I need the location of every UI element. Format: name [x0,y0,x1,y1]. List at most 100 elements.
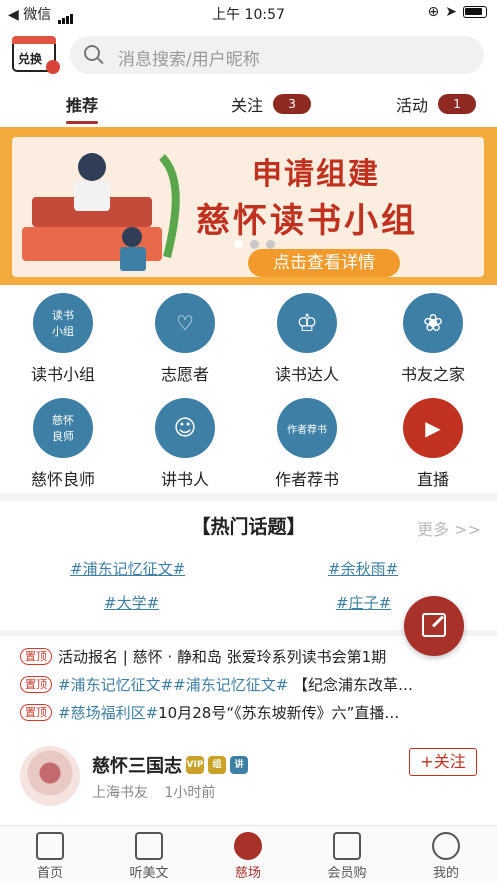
carousel-dot [266,240,275,249]
feed-post[interactable]: 慈怀三国志 VIP 组 讲 上海书友 1小时前 +关注 [0,736,497,826]
tabbar-member-shop[interactable]: 会员购 [307,830,387,881]
grid-item-live[interactable]: ▶ 直播 [378,398,488,490]
reading-group-icon: 读书 小组 [33,293,93,353]
teacher-icon: 慈怀 良师 [33,398,93,458]
exchange-label: 兑换 [18,52,43,66]
search-placeholder: 消息搜索/用户昵称 [118,50,260,70]
tabbar-label: 首页 [36,866,63,881]
live-camera-icon: ▶ [403,398,463,458]
count-badge: 1 [438,94,477,114]
carousel-dot [250,240,259,249]
status-time: 上午 10:57 [212,7,285,23]
search-icon [84,45,100,61]
feature-grid: 读书 小组 读书小组 ♡ 志愿者 ♔ 读书达人 ❀ 书友之家 慈怀 良师 慈怀良… [0,288,497,496]
grid-item-teacher[interactable]: 慈怀 良师 慈怀良师 [8,398,118,490]
speaker-icon: ☺ [155,398,215,458]
tab-label: 推荐 [66,96,99,115]
edit-icon [422,613,446,637]
post-time: 1小时前 [164,785,216,801]
tabbar-cichang[interactable]: 慈场 [208,830,288,881]
tabbar-listen[interactable]: 听美文 [109,830,189,881]
group-badge: 组 [208,756,226,774]
header: 兑换 消息搜索/用户昵称 [0,34,497,78]
exchange-button[interactable]: 兑换 [12,36,60,74]
grid-item-storyteller[interactable]: ☺ 讲书人 [130,398,240,490]
grid-item-volunteer[interactable]: ♡ 志愿者 [130,293,240,385]
banner-title-line2: 慈怀读书小组 [196,201,418,241]
calendar-top-icon [12,36,56,44]
grid-label: 直播 [416,470,449,489]
book-icon [36,832,64,860]
active-tab-indicator [66,121,99,124]
follow-button[interactable]: +关注 [409,748,477,776]
volunteer-heart-icon: ♡ [155,293,215,353]
topic-tag[interactable]: #浦东记忆征文# [70,558,185,579]
banner-title-line1: 申请组建 [252,157,380,192]
search-input[interactable]: 消息搜索/用户昵称 [70,36,484,74]
tabbar-label: 我的 [432,866,459,881]
grid-label: 讲书人 [160,470,209,489]
pinned-badge: 置顶 [20,647,52,665]
shopping-bag-icon [333,832,361,860]
promo-banner[interactable]: 申请组建 慈怀读书小组 点击查看详情 [0,127,497,285]
tabbar-label: 听美文 [129,866,169,881]
section-divider [0,493,497,501]
speaker-badge: 讲 [230,756,248,774]
tabbar-home[interactable]: 首页 [10,830,90,881]
headphone-book-icon [135,832,163,860]
grid-item-reading-expert[interactable]: ♔ 读书达人 [252,293,362,385]
post-location: 上海书友 [92,785,148,801]
pinned-text: #慈场福利区#10月28号“《苏东坡新传》六”直播… [58,702,399,723]
pinned-rest: 10月28号“《苏东坡新传》六”直播… [158,703,400,722]
more-topics-link[interactable]: 更多 >> [417,516,481,540]
tab-recommend[interactable]: 推荐 [66,92,99,124]
person-icon [432,832,460,860]
pinned-hashtag: #慈场福利区# [58,703,159,722]
grid-item-reading-group[interactable]: 读书 小组 读书小组 [8,293,118,385]
location-icon: ➤ [445,4,457,20]
post-meta: 上海书友 1小时前 [92,782,215,802]
tabbar-mine[interactable]: 我的 [406,830,486,881]
topic-tag[interactable]: #大学# [104,592,159,613]
carousel-dot-active [234,240,243,249]
compass-icon [234,832,262,860]
pinned-text: 活动报名 | 慈怀 · 静和岛 张爱玲系列读书会第1期 [58,647,387,666]
topic-tag[interactable]: #余秋雨# [328,558,398,579]
pinned-item[interactable]: 置顶 #慈场福利区#10月28号“《苏东坡新传》六”直播… [20,698,480,726]
pinned-badge: 置顶 [20,703,52,721]
grid-label: 读书达人 [274,365,339,384]
tab-label: 关注 [231,96,264,115]
coin-icon [46,60,60,74]
topic-tag[interactable]: #庄子# [336,592,391,613]
post-author[interactable]: 慈怀三国志 VIP 组 讲 [92,752,248,778]
grid-label: 作者荐书 [274,470,339,489]
banner-illustration [22,153,180,271]
tabbar-label: 慈场 [234,866,261,881]
pinned-item[interactable]: 置顶 #浦东记忆征文##浦东记忆征文# 【纪念浦东改革… [20,670,480,698]
top-tabs: 推荐 关注 3 活动 1 [0,86,497,124]
tab-activity[interactable]: 活动 1 [396,92,477,116]
trophy-icon: ♔ [277,293,337,353]
compose-post-button[interactable] [404,596,464,656]
lotus-icon: ❀ [403,293,463,353]
count-badge: 3 [273,94,312,114]
grid-label: 书友之家 [400,365,465,384]
pinned-badge: 置顶 [20,675,52,693]
banner-details-button[interactable]: 点击查看详情 [248,249,400,277]
avatar[interactable] [20,746,80,806]
grid-item-author-recommend[interactable]: 作者荐书 作者荐书 [252,398,362,490]
tab-label: 活动 [396,96,429,115]
grid-label: 读书小组 [30,365,95,384]
battery-icon [463,6,487,18]
bottom-tab-bar: 首页 听美文 慈场 会员购 我的 [0,825,497,883]
author-name: 慈怀三国志 [92,756,182,777]
vip-badge: VIP [186,756,204,774]
tab-following[interactable]: 关注 3 [231,92,312,116]
grid-item-book-friends-home[interactable]: ❀ 书友之家 [378,293,488,385]
tabbar-label: 会员购 [327,866,367,881]
pinned-hashtag: #浦东记忆征文##浦东记忆征文# [58,675,289,694]
author-pen-icon: 作者荐书 [277,398,337,458]
grid-label: 慈怀良师 [30,470,95,489]
pinned-text: #浦东记忆征文##浦东记忆征文# 【纪念浦东改革… [58,674,413,695]
status-bar: ◀ 微信 上午 10:57 ⊕ ➤ [0,0,497,26]
